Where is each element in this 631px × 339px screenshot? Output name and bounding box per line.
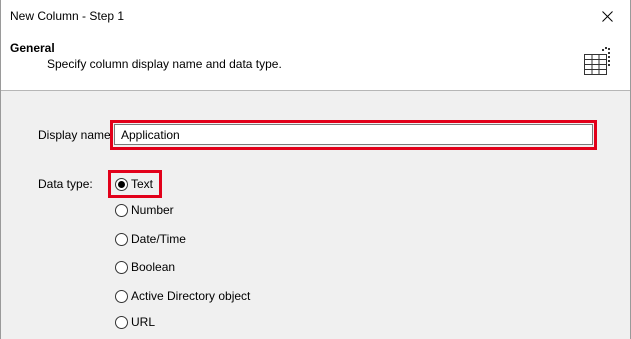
table-columns-icon <box>584 47 610 75</box>
data-type-option-boolean[interactable]: Boolean <box>115 258 175 276</box>
data-type-option-label: Number <box>131 203 174 217</box>
new-column-dialog: New Column - Step 1 General Specify colu… <box>0 0 631 339</box>
close-button[interactable] <box>584 0 630 32</box>
data-type-option-url[interactable]: URL <box>115 313 155 331</box>
radio-button-checked[interactable] <box>115 177 128 191</box>
data-type-option-label: Boolean <box>131 260 176 274</box>
data-type-option-text[interactable]: Text <box>115 175 153 193</box>
data-type-label: Data type: <box>38 177 93 191</box>
radio-button[interactable] <box>115 203 128 217</box>
data-type-option-label: Date/Time <box>131 232 186 246</box>
title-bar: New Column - Step 1 <box>1 0 630 32</box>
data-type-option-datetime[interactable]: Date/Time <box>115 230 186 248</box>
display-name-input[interactable] <box>114 124 593 145</box>
window-title: New Column - Step 1 <box>10 9 125 23</box>
radio-button[interactable] <box>115 232 128 246</box>
data-type-option-label: Active Directory object <box>131 289 251 303</box>
page-subheading: Specify column display name and data typ… <box>47 57 282 71</box>
close-icon <box>601 10 613 22</box>
display-name-label: Display name: <box>38 128 115 142</box>
data-type-option-label: URL <box>131 315 156 329</box>
wizard-header: General Specify column display name and … <box>1 32 630 91</box>
radio-button[interactable] <box>115 289 128 303</box>
radio-button[interactable] <box>115 315 128 329</box>
data-type-option-number[interactable]: Number <box>115 201 174 219</box>
data-type-option-ad-object[interactable]: Active Directory object <box>115 287 250 305</box>
page-heading: General <box>10 41 55 55</box>
radio-button[interactable] <box>115 260 128 274</box>
data-type-option-label: Text <box>131 177 154 191</box>
